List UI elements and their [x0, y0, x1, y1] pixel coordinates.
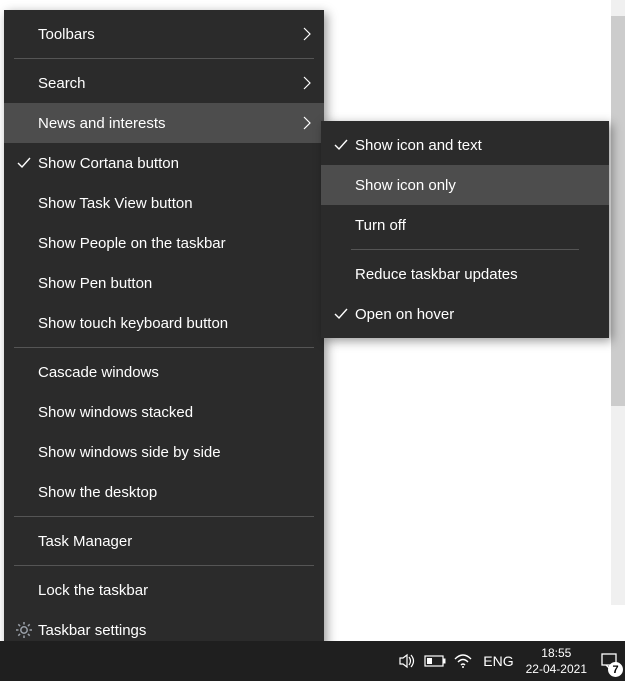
- notification-badge: 7: [608, 662, 623, 677]
- menu-label: Open on hover: [355, 306, 597, 323]
- menu-label: Show Task View button: [38, 195, 296, 212]
- menu-item-side-by-side[interactable]: Show windows side by side: [4, 432, 324, 472]
- menu-item-show-cortana[interactable]: Show Cortana button: [4, 143, 324, 183]
- separator: [351, 249, 579, 250]
- separator: [14, 565, 314, 566]
- menu-item-show-pen[interactable]: Show Pen button: [4, 263, 324, 303]
- menu-label: Taskbar settings: [38, 622, 296, 639]
- submenu-item-open-on-hover[interactable]: Open on hover: [321, 294, 609, 334]
- menu-label: Show Cortana button: [38, 155, 296, 172]
- clock[interactable]: 18:55 22-04-2021: [520, 645, 593, 677]
- news-interests-submenu: Show icon and text Show icon only Turn o…: [321, 121, 609, 338]
- menu-item-news-and-interests[interactable]: News and interests: [4, 103, 324, 143]
- battery-icon[interactable]: [423, 641, 447, 681]
- menu-item-task-manager[interactable]: Task Manager: [4, 521, 324, 561]
- menu-label: Toolbars: [38, 26, 296, 43]
- scrollbar-thumb[interactable]: [611, 16, 625, 406]
- menu-item-show-stacked[interactable]: Show windows stacked: [4, 392, 324, 432]
- menu-label: Show windows side by side: [38, 444, 296, 461]
- submenu-item-reduce-updates[interactable]: Reduce taskbar updates: [321, 254, 609, 294]
- taskbar-context-menu: Toolbars Search News and interests Show …: [4, 10, 324, 654]
- menu-label: Show touch keyboard button: [38, 315, 296, 332]
- menu-item-show-desktop[interactable]: Show the desktop: [4, 472, 324, 512]
- taskbar: ENG 18:55 22-04-2021 7: [0, 641, 625, 681]
- menu-item-show-people[interactable]: Show People on the taskbar: [4, 223, 324, 263]
- chevron-right-icon: [296, 27, 312, 41]
- menu-label: Turn off: [355, 217, 597, 234]
- separator: [14, 58, 314, 59]
- menu-item-cascade-windows[interactable]: Cascade windows: [4, 352, 324, 392]
- wifi-icon[interactable]: [451, 641, 475, 681]
- submenu-item-show-icon-only[interactable]: Show icon only: [321, 165, 609, 205]
- menu-label: News and interests: [38, 115, 296, 132]
- submenu-item-turn-off[interactable]: Turn off: [321, 205, 609, 245]
- menu-label: Reduce taskbar updates: [355, 266, 597, 283]
- language-indicator[interactable]: ENG: [477, 641, 519, 681]
- menu-item-toolbars[interactable]: Toolbars: [4, 14, 324, 54]
- chevron-right-icon: [296, 76, 312, 90]
- language-text: ENG: [483, 653, 513, 669]
- separator: [14, 347, 314, 348]
- menu-label: Show Pen button: [38, 275, 296, 292]
- check-icon: [10, 155, 38, 171]
- menu-item-search[interactable]: Search: [4, 63, 324, 103]
- menu-label: Show People on the taskbar: [38, 235, 296, 252]
- volume-icon[interactable]: [395, 641, 419, 681]
- menu-item-show-task-view[interactable]: Show Task View button: [4, 183, 324, 223]
- separator: [14, 516, 314, 517]
- menu-label: Show the desktop: [38, 484, 296, 501]
- menu-item-show-touch-keyboard[interactable]: Show touch keyboard button: [4, 303, 324, 343]
- menu-label: Cascade windows: [38, 364, 296, 381]
- menu-label: Show windows stacked: [38, 404, 296, 421]
- check-icon: [327, 306, 355, 322]
- menu-item-lock-taskbar[interactable]: Lock the taskbar: [4, 570, 324, 610]
- clock-date: 22-04-2021: [526, 661, 587, 677]
- gear-icon: [10, 621, 38, 639]
- chevron-right-icon: [296, 116, 312, 130]
- check-icon: [327, 137, 355, 153]
- clock-time: 18:55: [526, 645, 587, 661]
- menu-label: Show icon and text: [355, 137, 597, 154]
- menu-label: Lock the taskbar: [38, 582, 296, 599]
- submenu-item-show-icon-text[interactable]: Show icon and text: [321, 125, 609, 165]
- action-center-icon[interactable]: 7: [593, 641, 625, 681]
- menu-label: Search: [38, 75, 296, 92]
- menu-label: Task Manager: [38, 533, 296, 550]
- menu-label: Show icon only: [355, 177, 597, 194]
